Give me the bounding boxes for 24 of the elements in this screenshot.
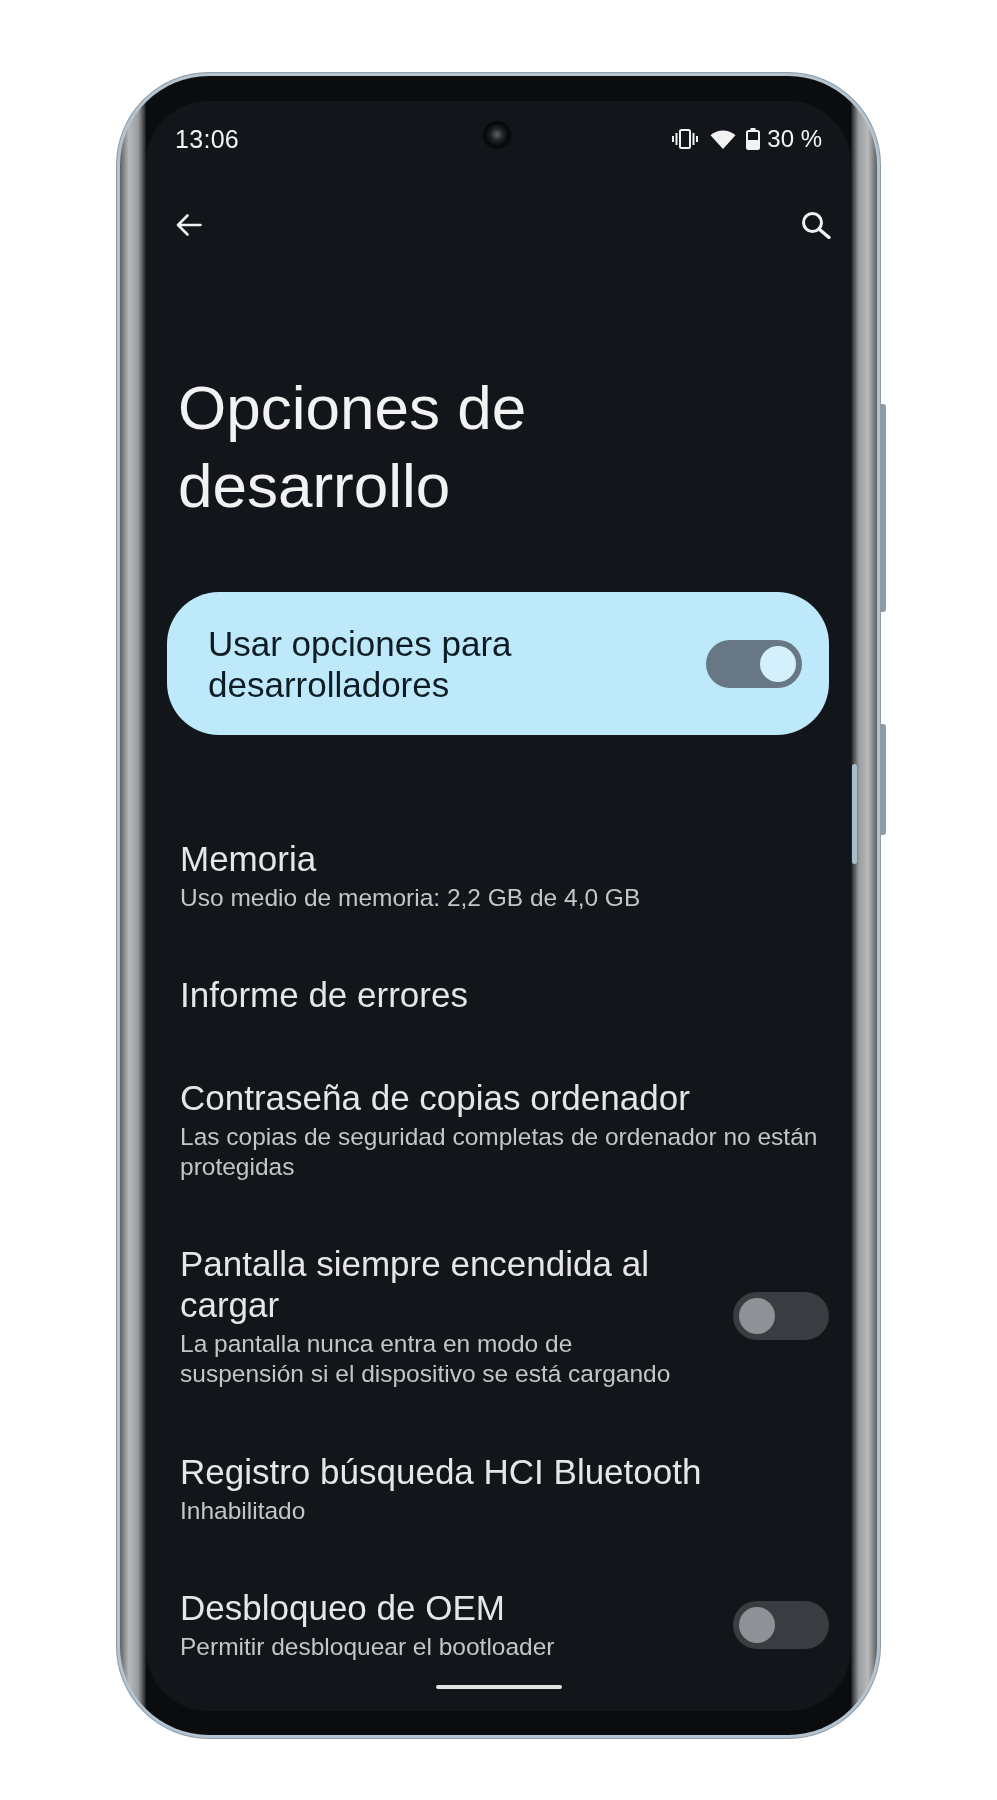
switch-label: Usar opciones para desarrolladores [208,622,513,705]
battery-percentage: 30 % [767,125,822,153]
toggle-switch[interactable] [706,639,802,688]
back-arrow-icon[interactable] [174,213,202,237]
setting-title[interactable]: Desbloqueo de OEM [180,1587,680,1628]
search-icon[interactable] [801,211,831,239]
setting-subtitle: Inhabilitado [180,1495,307,1526]
setting-subtitle: Uso medio de memoria: 2,2 GB de 4,0 GB [180,882,642,913]
setting-subtitle: La pantalla nunca entra en modo de suspensión si el dispositivo se está cargando [180,1329,672,1389]
page-title: Opciones de desarrollo [178,372,528,522]
toggle-switch[interactable] [733,1600,829,1649]
setting-subtitle: Las copias de seguridad completas de ordenador no están protegidas [180,1121,819,1182]
wifi-icon [710,129,737,149]
setting-title[interactable]: Contraseña de copias ordenador [180,1076,829,1118]
setting-title[interactable]: Informe de errores [180,974,829,1015]
vibrate-icon [672,129,699,149]
battery-icon [746,128,761,150]
camera-hole [482,121,512,151]
setting-title[interactable]: Memoria [180,837,829,879]
setting-title[interactable]: Registro búsqueda HCI Bluetooth [180,1450,829,1492]
toggle-switch[interactable] [733,1292,829,1340]
status-time: 13:06 [175,124,240,154]
setting-title[interactable]: Pantalla siempre encendida al cargar [180,1243,680,1325]
setting-subtitle: Permitir desbloquear el bootloader [180,1632,556,1662]
